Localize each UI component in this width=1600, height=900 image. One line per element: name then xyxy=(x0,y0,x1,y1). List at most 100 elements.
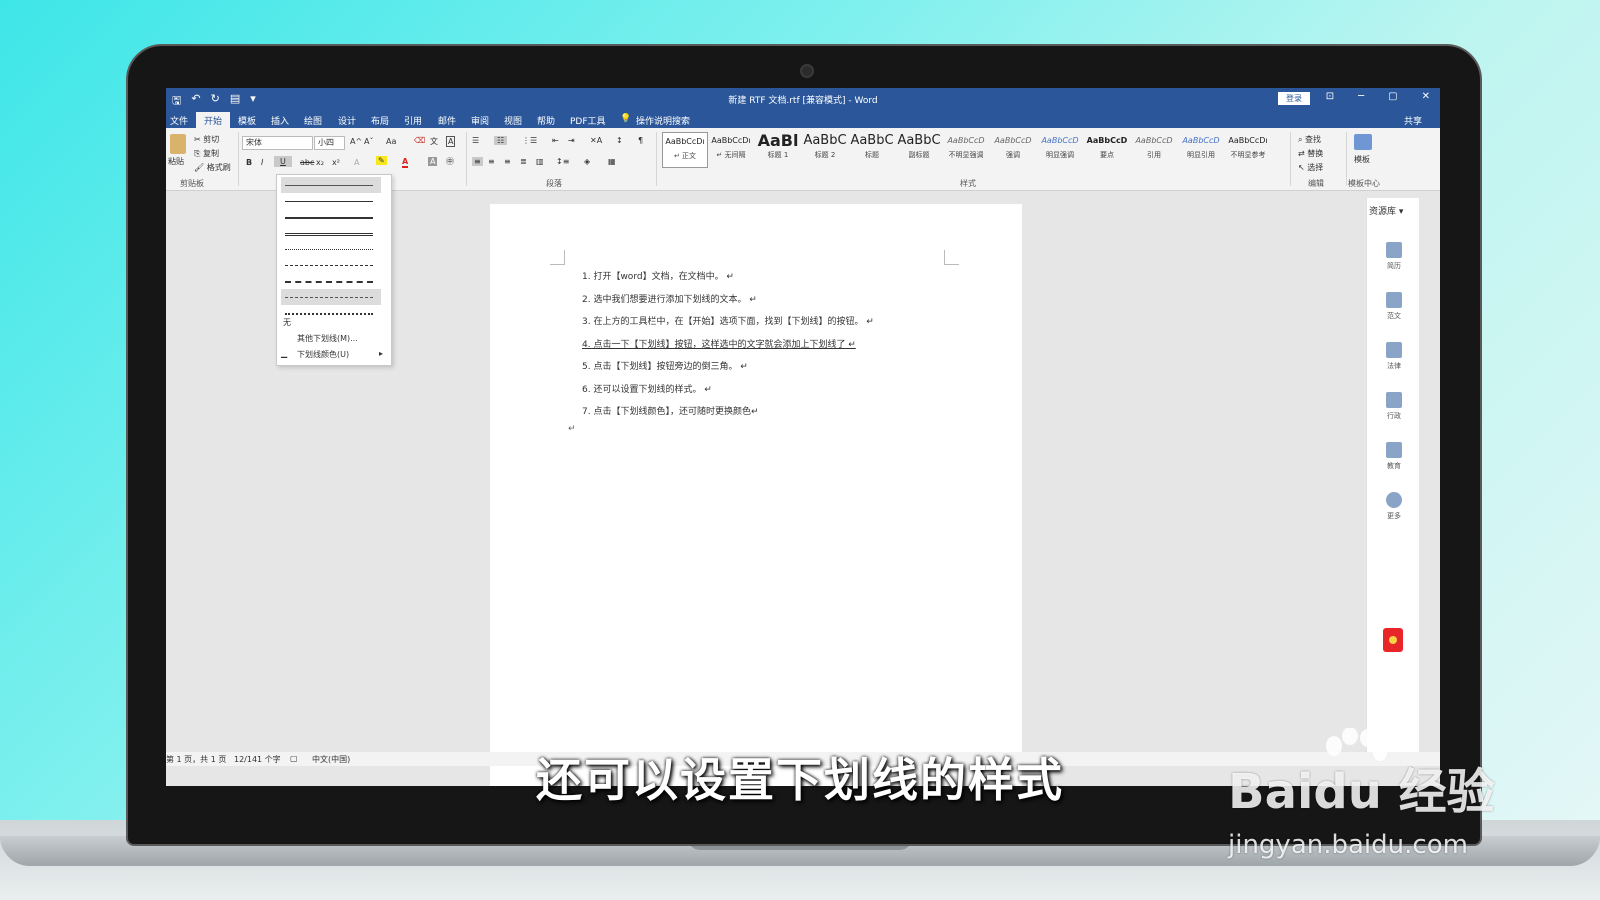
strikethrough-button[interactable]: abc xyxy=(300,158,314,167)
resource-item-legal[interactable]: 法律 xyxy=(1379,342,1409,371)
distributed-icon[interactable]: ▥ xyxy=(536,157,544,166)
bold-button[interactable]: B xyxy=(246,158,252,167)
underline-option-wave[interactable] xyxy=(281,305,381,321)
decrease-indent-icon[interactable]: ⇤ xyxy=(552,136,559,145)
font-size-select[interactable]: 小四 xyxy=(314,136,345,150)
minimize-icon[interactable]: ─ xyxy=(1358,91,1364,102)
resource-item-education[interactable]: 教育 xyxy=(1379,442,1409,471)
underline-option-single[interactable] xyxy=(281,193,381,209)
list-item[interactable]: 3. 在上方的工具栏中，在【开始】选项下面，找到【下划线】的按钮。 ↵ xyxy=(582,315,874,338)
underline-color-item[interactable]: 下划线颜色(U) xyxy=(297,349,349,360)
resource-item-resume[interactable]: 简历 xyxy=(1379,242,1409,271)
list-item[interactable]: 7. 点击【下划线颜色】，还可随时更换颜色↵ xyxy=(582,405,874,428)
tab-template[interactable]: 模板 xyxy=(238,114,256,127)
highlight-icon[interactable]: ✎ xyxy=(376,156,387,165)
format-painter-button[interactable]: 🖌 格式刷 xyxy=(194,162,231,173)
underline-option-thick[interactable] xyxy=(281,209,381,225)
justify-icon[interactable]: ≣ xyxy=(520,157,527,166)
resource-item-admin[interactable]: 行政 xyxy=(1379,392,1409,421)
tab-layout[interactable]: 布局 xyxy=(371,114,389,127)
resource-item-sample[interactable]: 范文 xyxy=(1379,292,1409,321)
underline-option-dotted[interactable] xyxy=(281,241,381,257)
shading-icon[interactable]: ◈ xyxy=(584,157,590,166)
italic-button[interactable]: I xyxy=(261,158,263,167)
close-icon[interactable]: ✕ xyxy=(1422,91,1430,102)
underline-option-double[interactable] xyxy=(281,225,381,241)
numbering-icon[interactable]: ☷ xyxy=(494,136,508,145)
align-center-icon[interactable]: ≡ xyxy=(488,157,495,166)
more-underlines-item[interactable]: 其他下划线(M)... xyxy=(297,333,358,344)
subscript-button[interactable]: x₂ xyxy=(316,158,324,167)
style-item[interactable]: AaBbCcDı ↵ 正文 xyxy=(662,132,708,168)
style-item[interactable]: AaBbCcDı ↵ 无间隔 xyxy=(709,132,753,166)
style-item[interactable]: AaBbCcD 不明显强调 xyxy=(944,132,988,166)
clear-format-icon[interactable]: ⌫ xyxy=(414,136,425,145)
paste-icon[interactable] xyxy=(170,134,186,154)
list-item-underlined[interactable]: 4. 点击一下【下划线】按钮，这样选中的文字就会添加上下划线了 ↵ xyxy=(582,338,874,361)
style-item[interactable]: AaBbC 标题 xyxy=(850,132,894,166)
template-icon[interactable] xyxy=(1354,134,1372,150)
list-item[interactable]: 6. 还可以设置下划线的样式。 ↵ xyxy=(582,383,874,406)
style-item[interactable]: AaBl 标题 1 xyxy=(756,132,800,166)
chinese-layout-icon[interactable]: ✕A xyxy=(590,136,602,145)
tab-review[interactable]: 审阅 xyxy=(471,114,489,127)
list-item[interactable]: 2. 选中我们想要进行添加下划线的文本。 ↵ xyxy=(582,293,874,316)
list-item[interactable]: 5. 点击【下划线】按钮旁边的倒三角。 ↵ xyxy=(582,360,874,383)
bullets-icon[interactable]: ☰ xyxy=(472,136,479,145)
document-page[interactable]: 1. 打开【word】文档，在文档中。 ↵ 2. 选中我们想要进行添加下划线的文… xyxy=(490,204,1022,786)
sign-in-button[interactable]: 登录 xyxy=(1278,92,1310,105)
underline-option-none[interactable]: 无 xyxy=(283,317,291,328)
underline-button[interactable]: U xyxy=(274,156,292,167)
multilevel-list-icon[interactable]: ⋮☰ xyxy=(522,136,537,145)
tab-design[interactable]: 设计 xyxy=(338,114,356,127)
char-shading-icon[interactable]: A xyxy=(428,157,438,166)
text-effects-icon[interactable]: A xyxy=(354,158,359,167)
enclose-char-icon[interactable]: ㊥ xyxy=(446,156,454,167)
underline-option-dash-dot-dot[interactable] xyxy=(281,289,381,305)
cut-button[interactable]: ✂ 剪切 xyxy=(194,134,219,145)
red-envelope-icon[interactable] xyxy=(1383,628,1403,652)
tab-insert[interactable]: 插入 xyxy=(271,114,289,127)
share-button[interactable]: 共享 xyxy=(1404,114,1422,127)
template-button[interactable]: 模板 xyxy=(1354,154,1370,165)
underline-option-single-selected[interactable] xyxy=(281,177,381,193)
style-item[interactable]: AaBbCcDı 不明显参考 xyxy=(1226,132,1270,166)
style-item[interactable]: AaBbC 标题 2 xyxy=(803,132,847,166)
resource-item-more[interactable]: 更多 xyxy=(1379,492,1409,521)
tab-references[interactable]: 引用 xyxy=(404,114,422,127)
ribbon-options-icon[interactable]: ⊡ xyxy=(1326,91,1334,102)
grow-font-button[interactable]: A^ xyxy=(350,137,362,146)
font-color-button[interactable]: A xyxy=(402,157,409,168)
tab-pdf-tools[interactable]: PDF工具 xyxy=(570,114,606,127)
tab-view[interactable]: 视图 xyxy=(504,114,522,127)
font-name-select[interactable]: 宋体 xyxy=(242,136,313,150)
underline-option-dash-dot[interactable] xyxy=(281,273,381,289)
replace-button[interactable]: ⇄ 替换 xyxy=(1298,148,1323,159)
phonetic-guide-icon[interactable]: 文 xyxy=(430,136,438,147)
find-button[interactable]: ⌕ 查找 xyxy=(1298,134,1321,145)
style-item[interactable]: AaBbCcD 引用 xyxy=(1132,132,1176,166)
style-item[interactable]: AaBbCcD 明显引用 xyxy=(1179,132,1223,166)
style-item[interactable]: AaBbCcD 要点 xyxy=(1085,132,1129,166)
tell-me-search[interactable]: 操作说明搜索 xyxy=(636,114,690,127)
align-left-icon[interactable]: ≡ xyxy=(472,157,483,166)
tab-draw[interactable]: 绘图 xyxy=(304,114,322,127)
increase-indent-icon[interactable]: ⇥ xyxy=(568,136,575,145)
char-border-icon[interactable]: A xyxy=(446,136,456,147)
underline-option-dashed[interactable] xyxy=(281,257,381,273)
show-marks-icon[interactable]: ¶ xyxy=(638,136,643,145)
copy-button[interactable]: ⎘ 复制 xyxy=(194,148,219,159)
borders-icon[interactable]: ▦ xyxy=(608,157,616,166)
superscript-button[interactable]: x² xyxy=(332,158,340,167)
tab-file[interactable]: 文件 xyxy=(170,114,188,127)
line-spacing-icon[interactable]: ↕≡ xyxy=(556,157,569,166)
tab-mailings[interactable]: 邮件 xyxy=(438,114,456,127)
maximize-icon[interactable]: ▢ xyxy=(1388,91,1397,102)
style-item[interactable]: AaBbC 副标题 xyxy=(897,132,941,166)
sort-icon[interactable]: ↕ xyxy=(616,136,623,145)
shrink-font-button[interactable]: Aˇ xyxy=(364,137,373,146)
style-item[interactable]: AaBbCcD 明显强调 xyxy=(1038,132,1082,166)
resource-pane-header[interactable]: 资源库 ▾ xyxy=(1369,204,1403,217)
change-case-button[interactable]: Aa xyxy=(386,137,396,146)
align-right-icon[interactable]: ≡ xyxy=(504,157,511,166)
